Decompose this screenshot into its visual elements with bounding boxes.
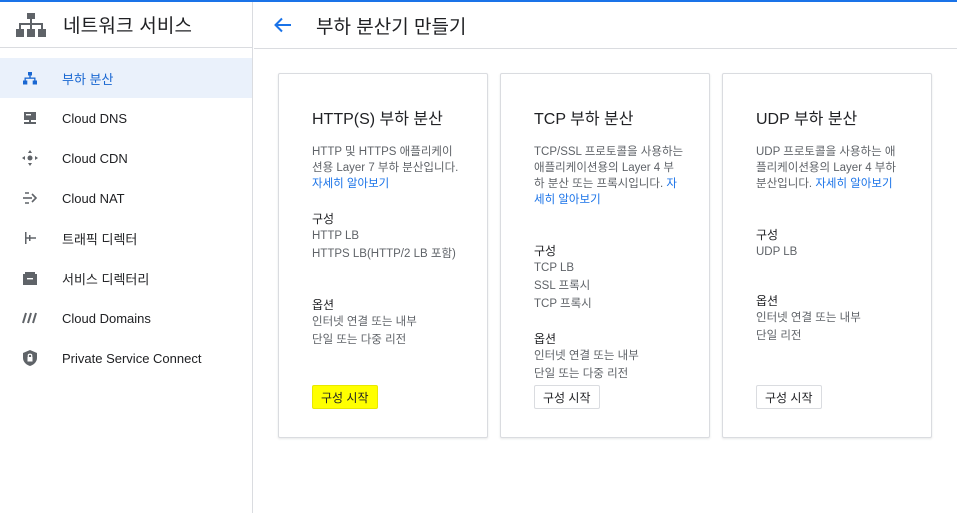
- sidebar-item-load-balancing[interactable]: 부하 분산: [0, 58, 252, 98]
- lb-card-https: HTTP(S) 부하 분산 HTTP 및 HTTPS 애플리케이션용 Layer…: [278, 73, 488, 438]
- sidebar-item-traffic-director[interactable]: 트래픽 디렉터: [0, 218, 252, 258]
- option-item: 인터넷 연결 또는 내부: [312, 316, 417, 328]
- config-item: HTTPS LB(HTTP/2 LB 포함): [312, 248, 456, 260]
- config-heading: 구성: [534, 244, 557, 258]
- option-item: 인터넷 연결 또는 내부: [534, 350, 639, 362]
- card-title: HTTP(S) 부하 분산: [312, 111, 443, 128]
- load-balancer-icon: [21, 69, 39, 87]
- config-item: TCP 프록시: [534, 298, 592, 310]
- lb-card-udp: UDP 부하 분산 UDP 프로토콜을 사용하는 애플리케이션용의 Layer …: [722, 73, 932, 438]
- options-heading: 옵션: [756, 294, 779, 308]
- option-item: 인터넷 연결 또는 내부: [756, 312, 861, 324]
- traffic-director-icon: [21, 229, 39, 247]
- sidebar-item-label: 서비스 디렉터리: [62, 271, 150, 287]
- sidebar-item-label: Cloud Domains: [62, 310, 151, 326]
- config-item: HTTP LB: [312, 230, 360, 242]
- options-heading: 옵션: [312, 298, 335, 312]
- network-services-logo-icon: [16, 12, 46, 37]
- private-service-connect-icon: [21, 349, 39, 367]
- sidebar-item-label: 트래픽 디렉터: [62, 231, 138, 247]
- sidebar-item-label: Cloud CDN: [62, 150, 128, 166]
- start-config-button[interactable]: 구성 시작: [534, 385, 600, 409]
- learn-more-link[interactable]: 자세히 알아보기: [815, 178, 892, 190]
- sidebar-header: 네트워크 서비스: [0, 2, 252, 48]
- options-heading: 옵션: [534, 332, 557, 346]
- page-header: 부하 분산기 만들기: [254, 2, 957, 49]
- card-description: UDP 프로토콜을 사용하는 애플리케이션용의 Layer 4 부하 분산입니다…: [756, 144, 906, 192]
- config-item: UDP LB: [756, 246, 798, 258]
- card-title: UDP 부하 분산: [756, 111, 858, 128]
- sidebar-item-label: Private Service Connect: [62, 350, 202, 366]
- cdn-icon: [21, 149, 39, 167]
- page-title: 부하 분산기 만들기: [316, 16, 467, 38]
- app-title: 네트워크 서비스: [63, 16, 193, 37]
- lb-card-tcp: TCP 부하 분산 TCP/SSL 프로토콜을 사용하는 애플리케이션용의 La…: [500, 73, 710, 438]
- sidebar-item-cloud-nat[interactable]: Cloud NAT: [0, 178, 252, 218]
- card-description-text: TCP/SSL 프로토콜을 사용하는 애플리케이션용의 Layer 4 부하 분…: [534, 146, 684, 190]
- card-title: TCP 부하 분산: [534, 111, 634, 128]
- option-item: 단일 리전: [756, 330, 802, 342]
- config-heading: 구성: [312, 212, 335, 226]
- dns-icon: [21, 109, 39, 127]
- config-heading: 구성: [756, 228, 779, 242]
- back-arrow-icon[interactable]: [271, 13, 295, 37]
- config-item: TCP LB: [534, 262, 575, 274]
- sidebar-item-service-directory[interactable]: 서비스 디렉터리: [0, 258, 252, 298]
- domains-icon: [21, 309, 39, 327]
- sidebar-item-cloud-dns[interactable]: Cloud DNS: [0, 98, 252, 138]
- card-description-text: HTTP 및 HTTPS 애플리케이션용 Layer 7 부하 분산입니다.: [312, 146, 459, 174]
- card-description: HTTP 및 HTTPS 애플리케이션용 Layer 7 부하 분산입니다. 자…: [312, 144, 462, 192]
- start-config-button[interactable]: 구성 시작: [312, 385, 378, 409]
- option-item: 단일 또는 다중 리전: [534, 368, 629, 380]
- sidebar-item-label: Cloud DNS: [62, 110, 128, 126]
- config-item: SSL 프록시: [534, 280, 591, 292]
- nat-icon: [21, 189, 39, 207]
- sidebar-item-private-service-connect[interactable]: Private Service Connect: [0, 338, 252, 378]
- sidebar: 네트워크 서비스 부하 분산 Cloud DNS Cloud CDN Cloud…: [0, 2, 253, 513]
- sidebar-item-label: 부하 분산: [62, 71, 114, 87]
- option-item: 단일 또는 다중 리전: [312, 334, 407, 346]
- start-config-button[interactable]: 구성 시작: [756, 385, 822, 409]
- sidebar-item-label: Cloud NAT: [62, 190, 125, 206]
- card-description: TCP/SSL 프로토콜을 사용하는 애플리케이션용의 Layer 4 부하 분…: [534, 144, 684, 208]
- service-directory-icon: [21, 269, 39, 287]
- learn-more-link[interactable]: 자세히 알아보기: [312, 178, 389, 190]
- sidebar-item-cloud-domains[interactable]: Cloud Domains: [0, 298, 252, 338]
- sidebar-item-cloud-cdn[interactable]: Cloud CDN: [0, 138, 252, 178]
- sidebar-nav: 부하 분산 Cloud DNS Cloud CDN Cloud NAT 트래픽 …: [0, 58, 252, 378]
